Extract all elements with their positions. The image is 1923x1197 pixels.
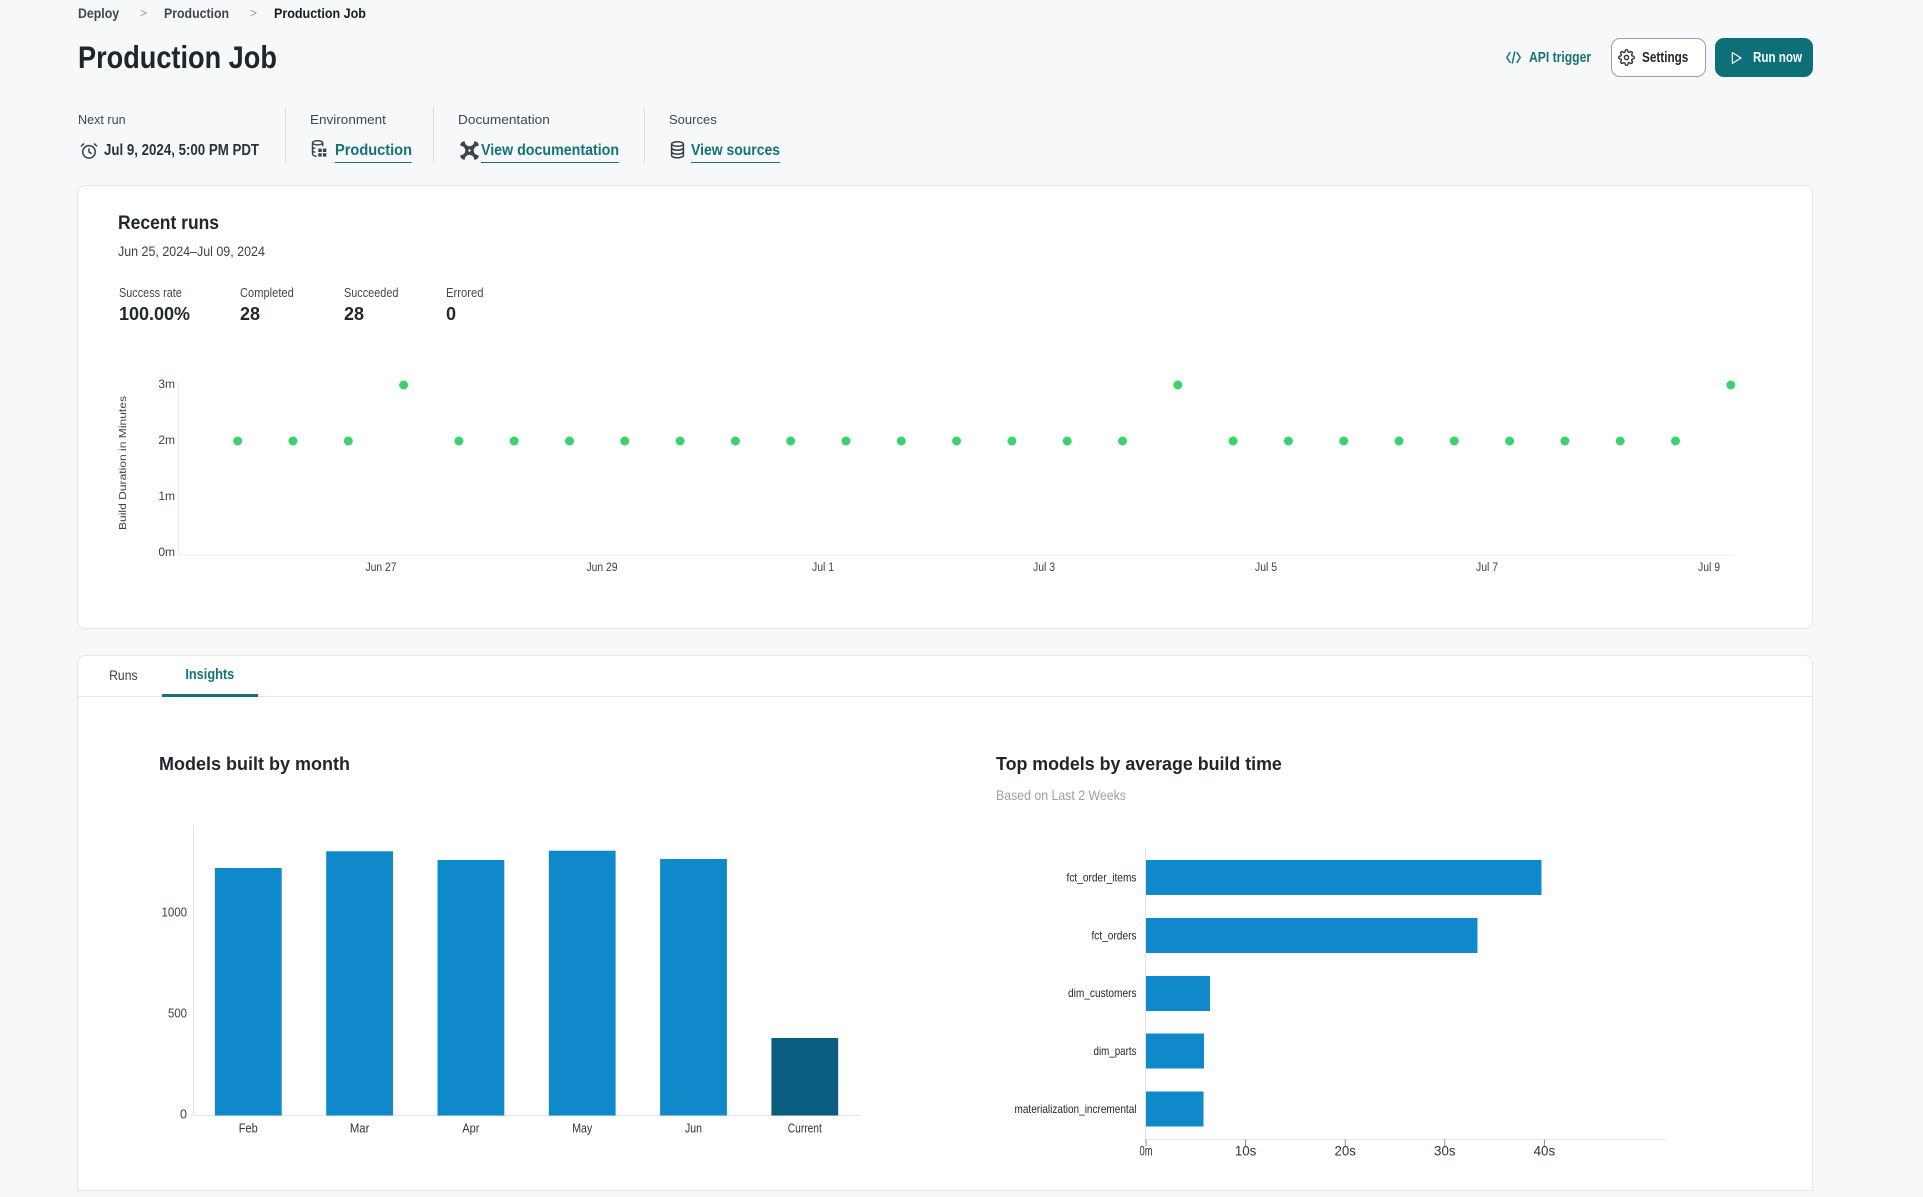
svg-text:Jul 5: Jul 5 bbox=[1255, 562, 1277, 574]
svg-text:Jul 7: Jul 7 bbox=[1476, 562, 1498, 574]
svg-text:40s: 40s bbox=[1534, 1144, 1556, 1159]
svg-text:0: 0 bbox=[180, 1108, 187, 1122]
svg-text:Apr: Apr bbox=[462, 1122, 479, 1136]
svg-text:Feb: Feb bbox=[239, 1122, 258, 1136]
svg-text:20s: 20s bbox=[1334, 1144, 1356, 1159]
svg-text:1000: 1000 bbox=[162, 906, 188, 920]
svg-text:fct_orders: fct_orders bbox=[1092, 929, 1137, 943]
svg-text:500: 500 bbox=[168, 1007, 187, 1021]
svg-text:0m: 0m bbox=[1140, 1144, 1153, 1159]
svg-text:Jul 3: Jul 3 bbox=[1033, 562, 1055, 574]
svg-text:2m: 2m bbox=[158, 433, 175, 447]
svg-text:Jul 9: Jul 9 bbox=[1698, 562, 1720, 574]
svg-text:1m: 1m bbox=[158, 489, 175, 503]
svg-text:Jun: Jun bbox=[685, 1122, 702, 1136]
svg-text:30s: 30s bbox=[1434, 1144, 1456, 1159]
svg-text:3m: 3m bbox=[158, 377, 175, 391]
svg-text:May: May bbox=[572, 1122, 593, 1136]
svg-text:dim_parts: dim_parts bbox=[1094, 1044, 1137, 1058]
svg-text:Current: Current bbox=[788, 1122, 822, 1136]
svg-text:dim_customers: dim_customers bbox=[1068, 986, 1137, 1000]
svg-text:Mar: Mar bbox=[350, 1122, 370, 1136]
svg-text:fct_order_items: fct_order_items bbox=[1067, 871, 1137, 885]
svg-text:Jun 29: Jun 29 bbox=[587, 562, 618, 574]
svg-text:Build Duration in Minutes: Build Duration in Minutes bbox=[117, 396, 129, 530]
svg-text:Jul 1: Jul 1 bbox=[812, 562, 834, 574]
svg-text:materialization_incremental: materialization_incremental bbox=[1015, 1102, 1137, 1116]
svg-text:Jun 27: Jun 27 bbox=[366, 562, 397, 574]
svg-text:10s: 10s bbox=[1235, 1144, 1257, 1159]
svg-text:0m: 0m bbox=[158, 545, 175, 559]
